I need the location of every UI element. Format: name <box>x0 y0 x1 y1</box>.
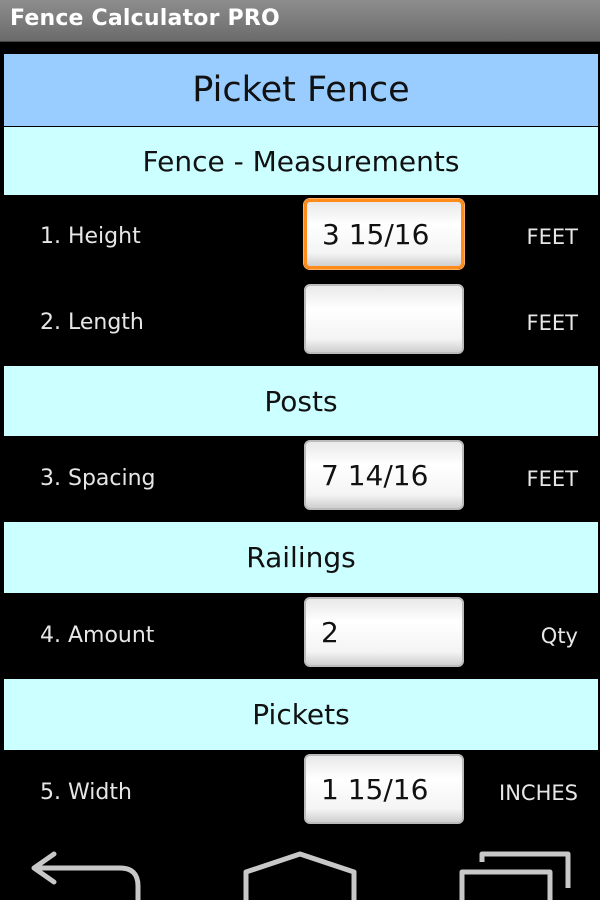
height-input[interactable]: 3 15/16 <box>304 199 464 269</box>
row-width: 5. Width 1 15/16 INCHES <box>4 750 598 848</box>
section-title: Posts <box>264 384 338 418</box>
spacing-input[interactable]: 7 14/16 <box>304 440 464 510</box>
section-title: Pickets <box>252 698 350 731</box>
recent-apps-button[interactable] <box>450 848 580 900</box>
system-navigation-bar <box>0 848 600 900</box>
app-screen: Fence Calculator PRO Picket Fence Fence … <box>0 0 600 900</box>
width-unit: INCHES <box>499 781 578 805</box>
section-title: Railings <box>246 541 356 574</box>
title-bar: Fence Calculator PRO <box>0 0 600 42</box>
app-title: Fence Calculator PRO <box>10 6 280 31</box>
home-button[interactable] <box>238 848 362 900</box>
amount-input[interactable]: 2 <box>304 597 464 667</box>
height-unit: FEET <box>526 225 578 249</box>
section-railings: Railings <box>4 522 598 593</box>
width-input[interactable]: 1 15/16 <box>304 754 464 824</box>
amount-label: 4. Amount <box>40 623 155 648</box>
home-icon <box>243 851 357 900</box>
section-posts: Posts <box>4 366 598 436</box>
row-amount: 4. Amount 2 Qty <box>4 593 598 679</box>
page-header: Picket Fence <box>4 54 598 126</box>
page-title: Picket Fence <box>192 70 410 110</box>
row-height: 1. Height 3 15/16 FEET <box>4 196 598 280</box>
section-fence-measurements: Fence - Measurements <box>4 127 598 195</box>
back-icon <box>31 851 141 900</box>
amount-unit: Qty <box>540 624 578 648</box>
section-pickets: Pickets <box>4 679 598 750</box>
length-label: 2. Length <box>40 310 144 335</box>
row-length: 2. Length FEET <box>4 280 598 366</box>
length-unit: FEET <box>526 311 578 335</box>
row-spacing: 3. Spacing 7 14/16 FEET <box>4 436 598 522</box>
recent-apps-icon <box>459 851 571 900</box>
length-input[interactable] <box>304 284 464 354</box>
width-label: 5. Width <box>40 780 132 805</box>
section-title: Fence - Measurements <box>142 144 460 178</box>
back-button[interactable] <box>20 848 150 900</box>
height-label: 1. Height <box>40 224 141 249</box>
spacing-label: 3. Spacing <box>40 466 156 491</box>
spacing-unit: FEET <box>526 467 578 491</box>
